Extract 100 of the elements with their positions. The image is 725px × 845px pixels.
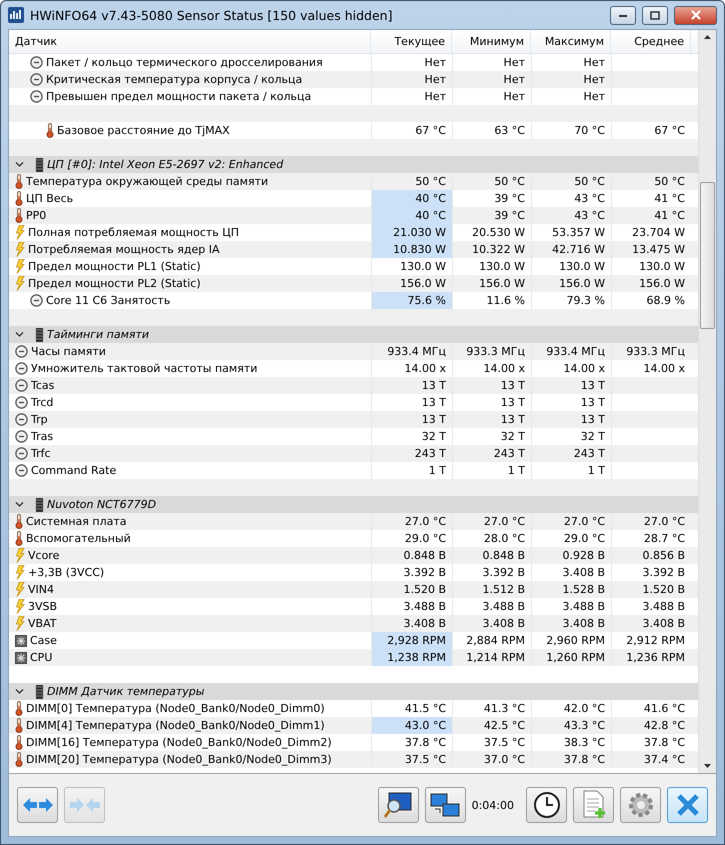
value-text: 13 T [422,396,446,409]
sensor-label: Превышен предел мощности пакета / кольца [46,90,312,103]
clock-button[interactable] [526,787,567,823]
column-header[interactable]: Текущее [371,30,452,53]
value-text: 39 °C [494,209,525,222]
sensor-label: Core 11 C6 Занятость [46,294,170,307]
thermometer-icon [15,191,23,206]
value-text: 27.0 °C [404,515,446,528]
value-text: 3.408 В [642,617,685,630]
chevron-down-icon[interactable] [15,687,24,696]
thermometer-icon [15,718,23,733]
value-text: 13 T [422,413,446,426]
chevron-down-icon[interactable] [15,500,24,509]
chip-icon [35,328,44,342]
thermometer-icon [15,531,23,546]
value-text: Нет [584,56,605,69]
sensor-label: CPU [30,651,52,664]
chevron-down-icon[interactable] [15,330,24,339]
network-button[interactable] [424,787,466,823]
value-text: 27.0 °C [484,515,525,528]
value-text: 43 °C [574,209,605,222]
chevron-down-icon[interactable] [15,160,24,169]
scrollbar[interactable] [698,30,716,773]
value-text: 0.928 В [562,549,605,562]
value-text: 41.3 °C [484,702,525,715]
value-text: 70 °C [574,124,605,137]
value-text: 67 °C [415,124,446,137]
lightning-icon [15,259,25,274]
value-text: 40 °C [415,209,446,222]
sensor-label: DIMM[16] Температура (Node0_Bank0/Node0_Dimm2) [26,736,332,749]
value-text: 29.0 °C [404,532,446,545]
thermometer-icon [46,123,54,138]
lightning-icon [15,548,25,563]
maximize-button[interactable] [642,6,668,24]
value-text: 933.3 МГц [626,345,685,358]
column-header[interactable]: Датчик [9,30,371,53]
value-text: 32 T [580,430,605,443]
add-log-button[interactable] [573,787,614,823]
value-text: 39 °C [494,192,525,205]
sensor-label: Критическая температура корпуса / кольца [46,73,302,86]
column-header[interactable]: Минимум [452,30,531,53]
expand-button[interactable] [17,787,58,823]
value-text: 2,884 RPM [466,634,525,647]
group-label: Тайминги памяти [47,328,150,341]
value-text: 3.488 В [482,600,525,613]
lightning-icon [15,565,25,580]
group-row[interactable]: Nuvoton NCT6779D [9,496,698,513]
value-text: 32 T [422,430,446,443]
value-text: 243 T [494,447,525,460]
value-text: 1 T [508,464,525,477]
group-label: DIMM Датчик температуры [47,685,204,698]
thermometer-icon [15,752,23,767]
value-text: Нет [504,56,525,69]
value-text: 3.392 В [482,566,525,579]
arrows-in-icon [68,796,100,814]
group-row[interactable]: Тайминги памяти [9,326,698,343]
value-text: 42.5 °C [484,719,525,732]
value-text: 13 T [500,379,525,392]
value-text: 13 T [500,413,525,426]
thermometer-icon [15,735,23,750]
value-text: 10.322 W [472,243,525,256]
value-text: 14.00 x [484,362,525,375]
group-row[interactable]: ЦП [#0]: Intel Xeon E5-2697 v2: Enhanced [9,156,698,173]
value-text: 41 °C [654,209,685,222]
two-monitors-icon [429,791,462,819]
value-text: 41 °C [654,192,685,205]
minimize-button[interactable] [610,6,636,24]
settings-button[interactable] [620,787,661,823]
sensor-label: Tcas [31,379,54,392]
value-text: 50 °C [654,175,685,188]
value-text: 29.0 °C [564,532,605,545]
column-header[interactable]: Среднее [611,30,691,53]
group-row[interactable]: DIMM Датчик температуры [9,683,698,700]
close-monitor-button[interactable] [667,787,708,823]
sensor-label: Tras [31,430,54,443]
value-text: 243 T [574,447,605,460]
value-text: 933.4 МГц [387,345,446,358]
value-text: Нет [424,56,446,69]
value-text: 3.488 В [562,600,605,613]
clock-icon [30,294,43,307]
sensor-label: Температура окружающей среды памяти [26,175,268,188]
value-text: 2,928 RPM [387,634,446,647]
sensor-label: Предел мощности PL2 (Static) [28,277,201,290]
group-label: ЦП [#0]: Intel Xeon E5-2697 v2: Enhanced [47,158,284,171]
value-text: 130.0 W [400,260,446,273]
close-button[interactable] [674,6,717,24]
thermometer-icon [15,701,23,716]
value-text: 14.00 x [564,362,605,375]
sensor-label: ЦП Весь [26,192,74,205]
column-header[interactable]: Максимум [531,30,611,53]
value-text: 1.520 В [403,583,446,596]
sensor-label: Trp [31,413,48,426]
value-text: 37.8 °C [564,753,605,766]
value-text: Нет [584,73,605,86]
sensor-label: Command Rate [31,464,116,477]
value-text: 20.530 W [472,226,525,239]
value-text: 27.0 °C [564,515,605,528]
value-text: 3.392 В [642,566,685,579]
monitor-search-button[interactable] [378,787,419,823]
scrollbar-thumb[interactable] [700,182,715,329]
